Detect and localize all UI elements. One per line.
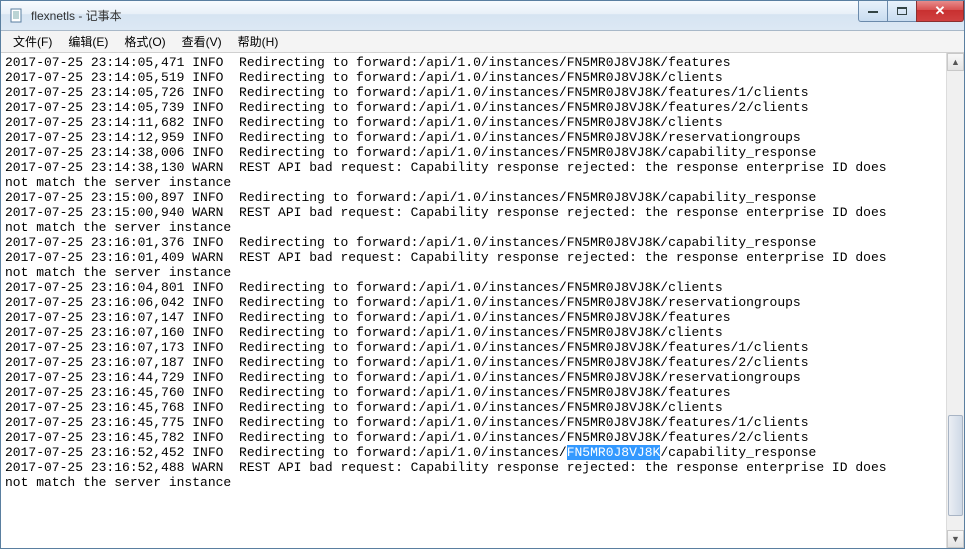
menu-file[interactable]: 文件(F) bbox=[5, 31, 60, 52]
minimize-icon bbox=[868, 10, 878, 13]
titlebar[interactable]: flexnetls - 记事本 ✕ bbox=[1, 1, 964, 31]
menu-help[interactable]: 帮助(H) bbox=[230, 31, 287, 52]
minimize-button[interactable] bbox=[858, 1, 888, 22]
editor-area: 2017-07-25 23:14:05,471 INFO Redirecting… bbox=[1, 53, 964, 548]
maximize-icon bbox=[897, 7, 907, 15]
vertical-scrollbar[interactable]: ▲ ▼ bbox=[946, 53, 964, 548]
scroll-track[interactable] bbox=[947, 71, 964, 530]
menu-format[interactable]: 格式(O) bbox=[116, 31, 173, 52]
menubar: 文件(F) 编辑(E) 格式(O) 查看(V) 帮助(H) bbox=[1, 31, 964, 53]
window-controls: ✕ bbox=[859, 1, 964, 22]
close-button[interactable]: ✕ bbox=[916, 1, 964, 22]
chevron-down-icon: ▼ bbox=[951, 534, 960, 544]
menu-view[interactable]: 查看(V) bbox=[174, 31, 230, 52]
notepad-icon bbox=[9, 8, 25, 24]
maximize-button[interactable] bbox=[887, 1, 917, 22]
close-icon: ✕ bbox=[935, 3, 946, 19]
chevron-up-icon: ▲ bbox=[951, 57, 960, 67]
text-content[interactable]: 2017-07-25 23:14:05,471 INFO Redirecting… bbox=[1, 53, 946, 548]
menu-edit[interactable]: 编辑(E) bbox=[60, 31, 116, 52]
window-title: flexnetls - 记事本 bbox=[31, 7, 122, 24]
scroll-up-button[interactable]: ▲ bbox=[947, 53, 964, 71]
notepad-window: flexnetls - 记事本 ✕ 文件(F) 编辑(E) 格式(O) 查看(V… bbox=[0, 0, 965, 549]
scroll-thumb[interactable] bbox=[948, 415, 963, 516]
scroll-down-button[interactable]: ▼ bbox=[947, 530, 964, 548]
